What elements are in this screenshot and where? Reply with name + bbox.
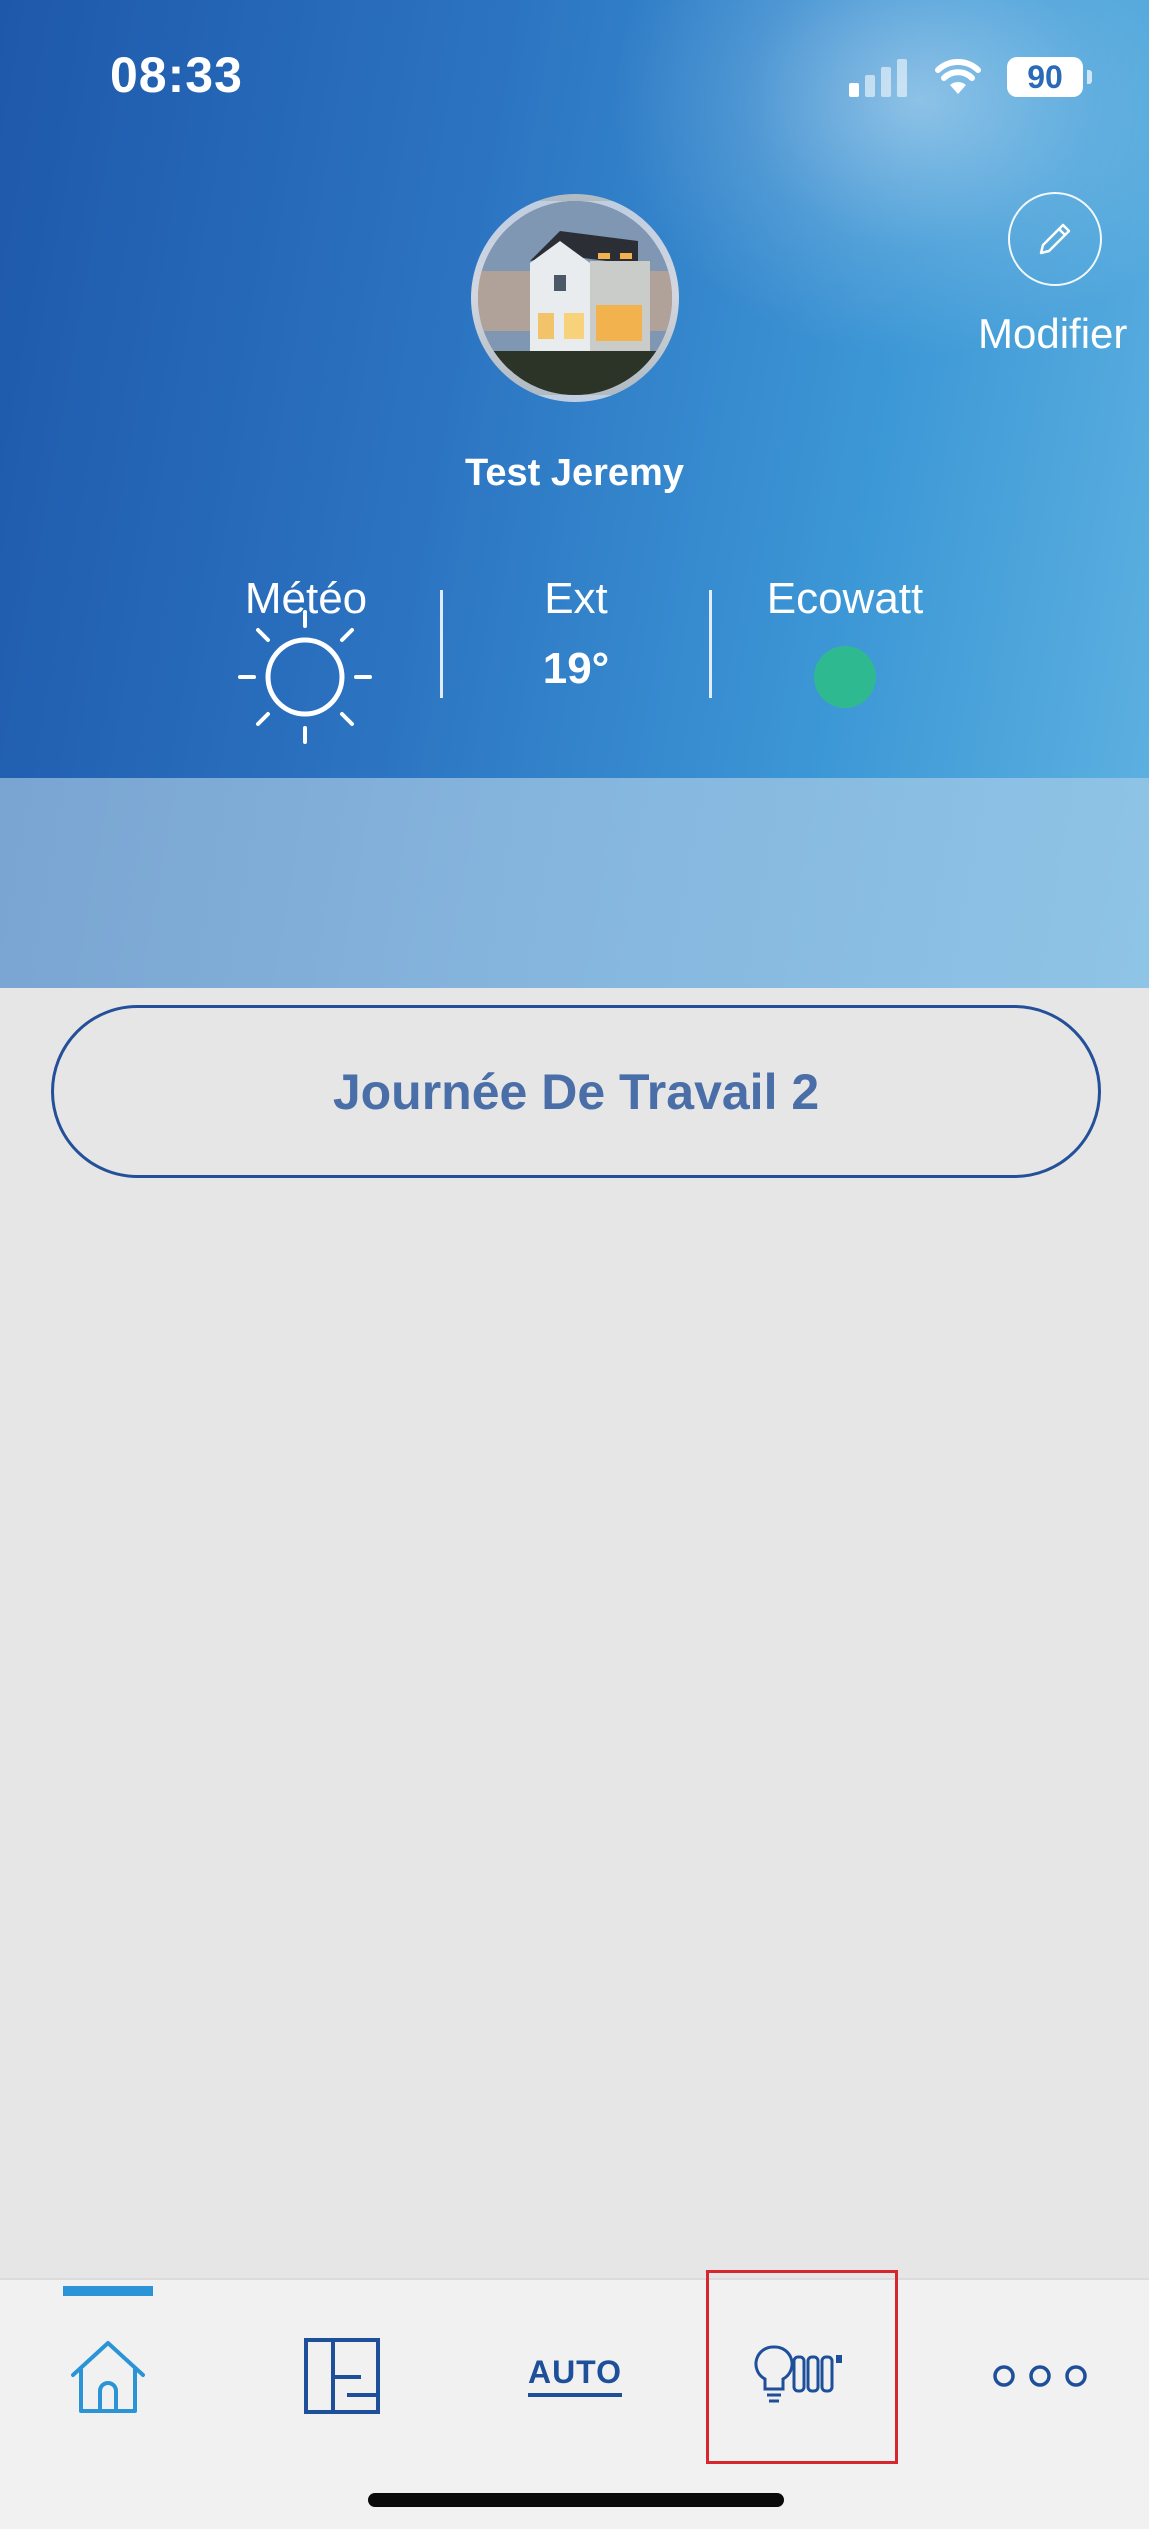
active-tab-indicator	[63, 2286, 153, 2296]
floorplan-icon	[304, 2338, 380, 2414]
scenario-label: Journée De Travail 2	[332, 1063, 820, 1120]
wifi-icon	[935, 59, 981, 94]
ext-label: Ext	[544, 574, 608, 623]
ecowatt-label: Ecowatt	[766, 574, 924, 623]
auto-label: AUTO	[527, 2355, 623, 2397]
header-band	[0, 778, 1149, 988]
user-name: Test Jeremy	[465, 452, 684, 494]
home-icon	[71, 2341, 145, 2413]
ecowatt-stat: Ecowatt	[725, 574, 965, 624]
edit-label[interactable]: Modifier	[978, 310, 1127, 358]
nav-floorplan[interactable]	[284, 2318, 400, 2434]
sun-icon	[238, 610, 372, 744]
cellular-signal-icon	[849, 59, 907, 97]
ecowatt-status-indicator	[814, 646, 876, 708]
ext-temperature: 19°	[542, 644, 610, 693]
more-dots-icon	[993, 2365, 1087, 2387]
home-indicator[interactable]	[368, 2493, 784, 2507]
nav-more[interactable]	[982, 2318, 1098, 2434]
stat-divider	[440, 590, 443, 698]
status-icons: 90	[849, 52, 1092, 102]
scenario-button[interactable]: Journée De Travail 2	[51, 1005, 1101, 1178]
house-image	[478, 201, 672, 395]
ext-stat: Ext 19°	[456, 574, 696, 694]
nav-home[interactable]	[50, 2318, 166, 2434]
edit-button[interactable]	[1008, 192, 1102, 286]
home-screen: 08:33 90 Test Jeremy Modifier Météo Ext …	[0, 0, 1149, 2529]
house-avatar[interactable]	[471, 194, 679, 402]
stat-divider	[709, 590, 712, 698]
pencil-icon	[1039, 223, 1071, 255]
nav-auto[interactable]: AUTO	[500, 2318, 650, 2434]
status-time: 08:33	[110, 47, 243, 103]
highlight-box	[706, 2270, 898, 2464]
battery-icon: 90	[1007, 57, 1092, 97]
